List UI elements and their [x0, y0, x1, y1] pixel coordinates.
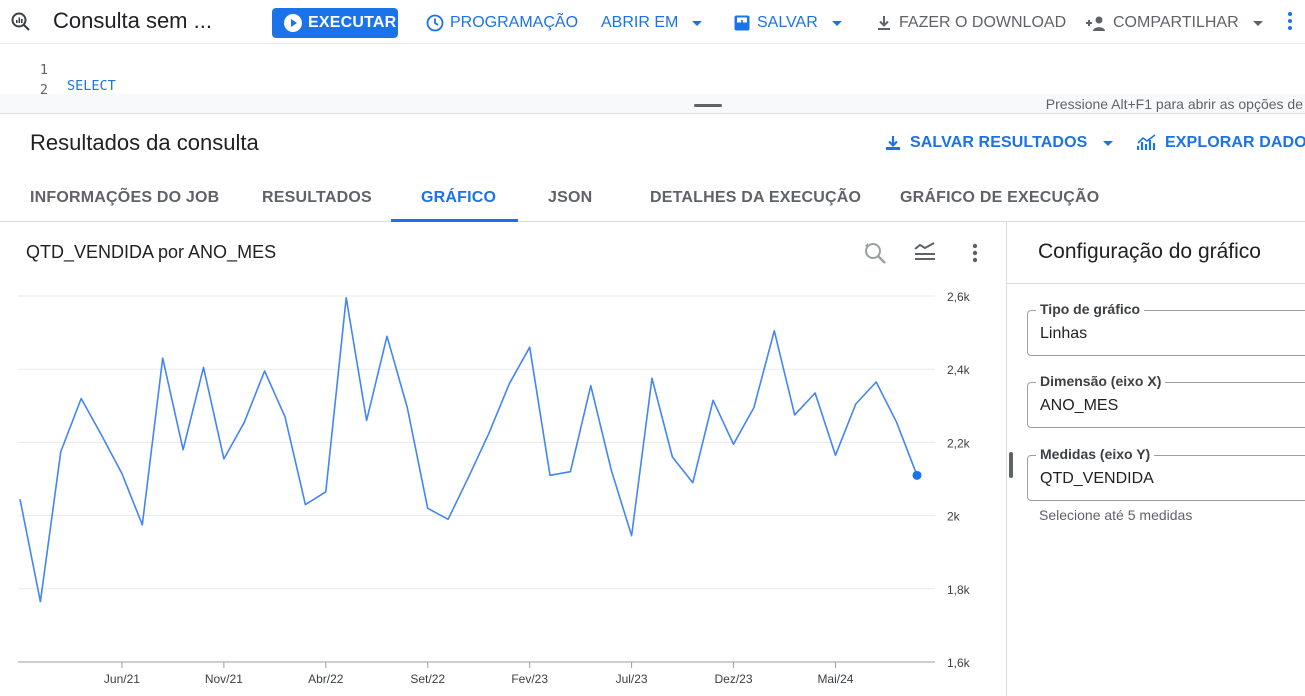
chevron-down-icon: [1252, 20, 1263, 26]
data-point[interactable]: [912, 470, 922, 480]
measures-label: Medidas (eixo Y): [1036, 446, 1155, 462]
download-icon: [878, 16, 890, 30]
config-title: Configuração do gráfico: [1038, 240, 1261, 263]
share-label: COMPARTILHAR: [1113, 14, 1239, 31]
save-label: SALVAR: [757, 14, 818, 31]
chevron-down-icon: [692, 20, 703, 26]
y-tick-label: 2k: [947, 510, 961, 524]
chevron-down-icon: [1103, 140, 1114, 146]
save-icon: [734, 15, 750, 31]
x-tick-label: Set/22: [410, 672, 445, 686]
chart-type-select[interactable]: Tipo de gráfico Linhas: [1027, 301, 1305, 356]
tab-json[interactable]: JSON: [548, 174, 592, 222]
add-person-icon: [1086, 16, 1105, 31]
insights-icon: [1137, 134, 1156, 150]
tab-execution-graph[interactable]: GRÁFICO DE EXECUÇÃO: [900, 174, 1099, 222]
editor-line: 1 SELECT: [0, 46, 116, 94]
explore-data-button[interactable]: EXPLORAR DADOS: [1137, 134, 1305, 152]
save-button[interactable]: SALVAR: [733, 8, 842, 38]
dimension-label: Dimensão (eixo X): [1036, 373, 1166, 389]
play-icon: [284, 14, 302, 32]
chart-config-panel: Configuração do gráfico Tipo de gráfico …: [1007, 222, 1305, 696]
chart-panel: QTD_VENDIDA por ANO_MES 2,6k 2,4k 2,2k 2k 1,…: [0, 222, 1006, 696]
tab-execution-details[interactable]: DETALHES DA EXECUÇÃO: [650, 174, 861, 222]
y-tick-label: 2,6k: [947, 290, 971, 304]
editor-footer: Pressione Alt+F1 para abrir as opções de: [0, 94, 1305, 114]
schedule-label: PROGRAMAÇÃO: [450, 14, 579, 31]
run-button-label: EXECUTAR: [308, 14, 397, 31]
x-tick-label: Abr/22: [308, 672, 344, 686]
run-button[interactable]: EXECUTAR: [272, 8, 398, 38]
save-results-label: SALVAR RESULTADOS: [910, 134, 1088, 151]
panel-resize-handle[interactable]: [1009, 452, 1013, 478]
more-vert-icon[interactable]: [1288, 12, 1292, 32]
editor-line: 2 CONCAT(MES_ABR, '/', SUBSTR(CAST(ANO A…: [0, 66, 48, 94]
editor-line: 3 QTD_VENDIDA: [0, 86, 33, 94]
explore-data-label: EXPLORAR DADOS: [1165, 134, 1305, 151]
results-tabs: INFORMAÇÕES DO JOB RESULTADOS GRÁFICO JS…: [0, 174, 1305, 222]
resize-handle[interactable]: [694, 104, 722, 107]
x-tick-label: Jun/21: [104, 672, 140, 686]
clock-icon: [426, 14, 444, 32]
dimension-select[interactable]: Dimensão (eixo X) ANO_MES: [1027, 373, 1305, 428]
download-icon: [886, 136, 900, 150]
query-toolbar: Consulta sem ... EXECUTAR PROGRAMAÇÃO AB…: [0, 0, 1305, 44]
query-icon: [11, 12, 30, 31]
download-button[interactable]: FAZER O DOWNLOAD: [875, 8, 1066, 38]
y-tick-label: 2,2k: [947, 436, 971, 450]
x-tick-label: Nov/21: [205, 672, 243, 686]
results-title: Resultados da consulta: [30, 130, 259, 155]
tab-job-info[interactable]: INFORMAÇÕES DO JOB: [30, 174, 219, 222]
x-tick-label: Mai/24: [817, 672, 853, 686]
chart-type-label: Tipo de gráfico: [1036, 301, 1145, 317]
code-token: SELECT: [67, 78, 116, 94]
y-tick-label: 2,4k: [947, 363, 971, 377]
chevron-down-icon: [831, 20, 842, 26]
editor-hint: Pressione Alt+F1 para abrir as opções de: [1045, 96, 1303, 112]
series-line: [19, 297, 918, 603]
measures-hint: Selecione até 5 medidas: [1039, 507, 1193, 523]
measures-value: QTD_VENDIDA: [1040, 470, 1154, 487]
dimension-value: ANO_MES: [1040, 397, 1119, 414]
tab-chart[interactable]: GRÁFICO: [421, 174, 496, 222]
tab-results[interactable]: RESULTADOS: [262, 174, 372, 222]
y-tick-label: 1,6k: [947, 656, 971, 670]
chart-type-value: Linhas: [1040, 325, 1088, 342]
schedule-button[interactable]: PROGRAMAÇÃO: [426, 8, 578, 38]
sql-editor[interactable]: 1 SELECT 2 CONCAT(MES_ABR, '/', SUBSTR(C…: [0, 44, 1305, 94]
measures-select[interactable]: Medidas (eixo Y) QTD_VENDIDA: [1027, 446, 1305, 501]
open-in-button[interactable]: ABRIR EM: [601, 8, 703, 38]
line-chart[interactable]: 2,6k 2,4k 2,2k 2k 1,8k 1,6k Jun/21 Nov/21 Abr/2…: [0, 222, 1006, 696]
x-tick-label: Fev/23: [511, 672, 548, 686]
x-tick-label: Jul/23: [616, 672, 648, 686]
share-button[interactable]: COMPARTILHAR: [1085, 8, 1263, 38]
x-tick-label: Dez/23: [715, 672, 753, 686]
query-title[interactable]: Consulta sem ...: [53, 8, 212, 34]
download-label: FAZER O DOWNLOAD: [899, 14, 1067, 31]
save-results-button[interactable]: SALVAR RESULTADOS: [884, 134, 1114, 152]
y-tick-label: 1,8k: [947, 583, 971, 597]
open-in-label: ABRIR EM: [601, 14, 679, 31]
divider: [1007, 283, 1305, 284]
code-line: SELECT: [67, 78, 116, 94]
